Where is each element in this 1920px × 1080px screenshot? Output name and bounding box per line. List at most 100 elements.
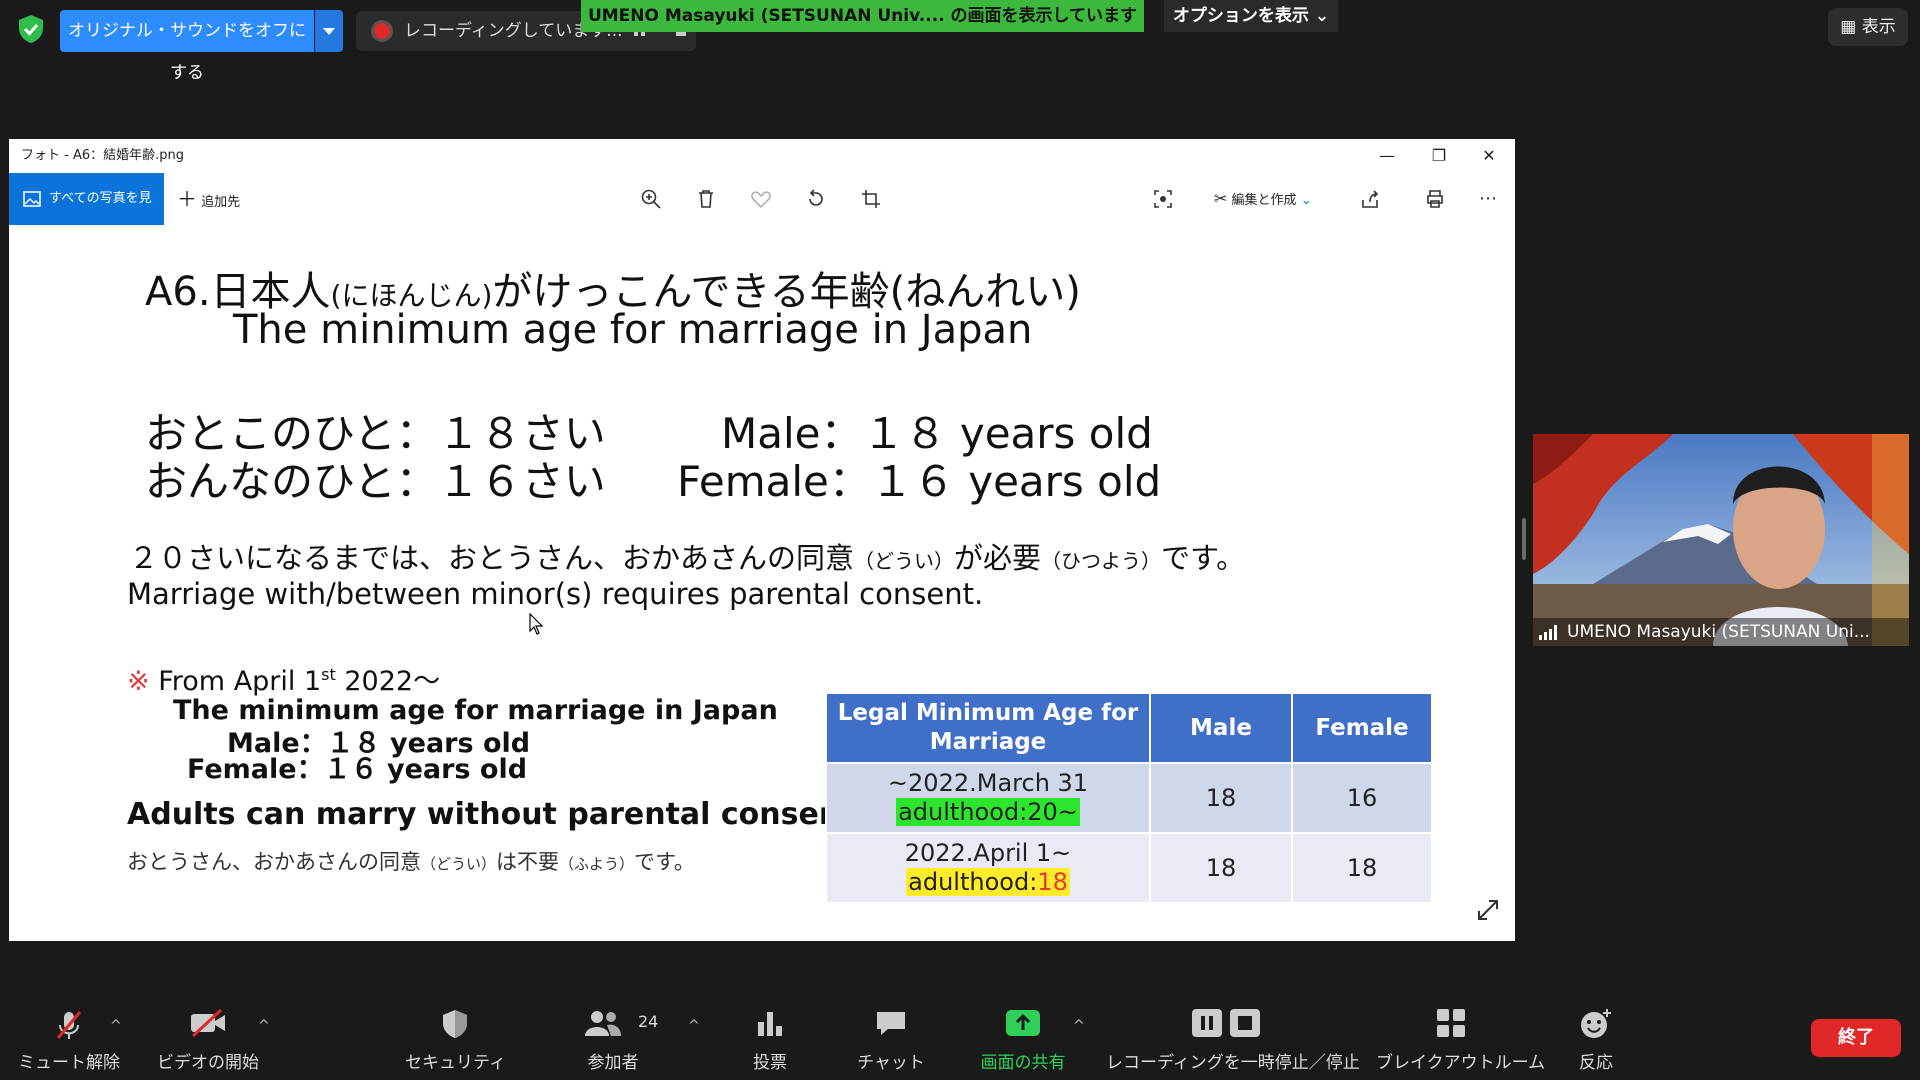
period-cell: ~2022.March 31 adulthood:20~	[825, 762, 1151, 834]
slide-image: A6.日本人(にほんじん)がけっこんできる年齢(ねんれい) The minimu…	[9, 225, 1515, 941]
panel-splitter[interactable]	[1522, 518, 1526, 560]
start-video-label: ビデオの開始	[157, 1053, 259, 1073]
adulthood-label: adulthood:	[908, 868, 1038, 896]
recording-control-label: レコーディングを一時停止／停止	[1106, 1053, 1360, 1073]
recording-control-button[interactable]: レコーディングを一時停止／停止	[1106, 990, 1360, 1080]
restore-button[interactable]: ❐	[1413, 139, 1465, 173]
polls-button[interactable]: 投票	[720, 990, 820, 1080]
chat-label: チャット	[857, 1053, 925, 1073]
chat-button[interactable]: チャット	[841, 990, 941, 1080]
edit-create-label: 編集と作成	[1231, 193, 1297, 208]
no-consent-b: は不要	[496, 850, 560, 874]
participants-button[interactable]: 24 参加者	[563, 990, 663, 1080]
add-to-button[interactable]: ＋ 追加先	[177, 173, 240, 225]
header-legal-age: Legal Minimum Age for Marriage	[825, 692, 1151, 764]
view-button[interactable]: ▦ 表示	[1828, 8, 1908, 46]
security-button[interactable]: セキュリティ	[405, 990, 506, 1080]
share-screen-icon	[1006, 1010, 1040, 1036]
from-sup: st	[321, 665, 336, 684]
share-banner: UMENO Masayuki (SETSUNAN Univ.... の画面を表示…	[581, 0, 1144, 32]
adulthood-highlight: adulthood:18	[906, 868, 1070, 896]
polls-chart-icon	[758, 1012, 782, 1036]
consent-jp-b: が必要	[954, 541, 1042, 575]
period-text: ~2022.March 31	[887, 769, 1089, 797]
end-meeting-button[interactable]: 終了	[1811, 1019, 1901, 1057]
table-row: ~2022.March 31 adulthood:20~ 18 16	[825, 762, 1433, 834]
grid-view-icon: ▦	[1840, 17, 1857, 37]
all-photos-button[interactable]: すべての写真を見る	[9, 173, 164, 258]
zoom-in-icon[interactable]	[640, 188, 662, 210]
share-options-caret[interactable]: ^	[1073, 1018, 1085, 1034]
header-male: Male	[1149, 692, 1293, 764]
chevron-down-icon: ⌄	[1314, 6, 1330, 26]
female-age-cell: 18	[1291, 832, 1433, 904]
participant-name-bar: UMENO Masayuki (SETSUNAN Uni...	[1533, 618, 1909, 646]
close-button[interactable]: ✕	[1463, 139, 1515, 173]
breakout-rooms-button[interactable]: ブレイクアウトルーム	[1376, 990, 1545, 1080]
reactions-label: 反応	[1579, 1053, 1613, 1073]
share-icon[interactable]	[1359, 188, 1381, 210]
title-bar: フォト - A6：結婚年齢.png — ❐ ✕	[9, 139, 1515, 173]
adulthood-label: adulthood:	[898, 798, 1028, 826]
reactions-button[interactable]: 反応	[1546, 990, 1646, 1080]
unmute-button[interactable]: ミュート解除	[14, 990, 124, 1080]
original-sound-dropdown[interactable]	[315, 10, 343, 52]
adulthood-value: 18	[1037, 868, 1068, 896]
photo-icon	[23, 191, 41, 207]
pause-stop-icon	[1192, 1009, 1260, 1037]
enhance-icon[interactable]	[1152, 188, 1174, 210]
breakout-rooms-icon	[1437, 1009, 1465, 1037]
participant-video-tile[interactable]: UMENO Masayuki (SETSUNAN Uni...	[1533, 434, 1909, 646]
participants-options-caret[interactable]: ^	[688, 1018, 700, 1034]
no-consent-jp: おとうさん、おかあさんの同意（どうい）は不要（ふよう）です。	[127, 846, 695, 876]
consent-jp-c: です。	[1161, 541, 1246, 575]
female-age-cell: 16	[1291, 762, 1433, 834]
start-video-button[interactable]: ビデオの開始	[148, 990, 268, 1080]
edit-icon: ✂	[1214, 189, 1228, 208]
consent-jp-ruby1: （どうい）	[854, 549, 955, 573]
security-label: セキュリティ	[405, 1053, 506, 1073]
no-consent-ruby1: （どうい）	[421, 855, 497, 873]
adulthood-highlight: adulthood:20~	[896, 798, 1080, 826]
reaction-smiley-icon	[1581, 1009, 1611, 1038]
period-text: 2022.April 1~	[904, 839, 1072, 867]
crop-icon[interactable]	[860, 188, 882, 210]
delete-icon[interactable]	[695, 188, 717, 210]
male-age-cell: 18	[1149, 832, 1293, 904]
more-options-icon[interactable]: ⋯	[1479, 173, 1497, 225]
audio-options-caret[interactable]: ^	[110, 1018, 122, 1034]
no-consent-a: おとうさん、おかあさんの同意	[127, 850, 421, 874]
view-options-button[interactable]: オプションを表示 ⌄	[1164, 0, 1338, 32]
encryption-shield-icon[interactable]	[14, 12, 48, 46]
consent-jp-ruby2: （ひつよう）	[1041, 549, 1162, 573]
adulthood-value: 20~	[1027, 798, 1078, 826]
rotate-icon[interactable]	[805, 188, 827, 210]
chevron-down-icon: ⌄	[1300, 193, 1312, 208]
view-button-label: 表示	[1861, 17, 1896, 37]
original-sound-button[interactable]: オリジナル・サウンドをオフにする	[60, 10, 314, 83]
participants-label: 参加者	[587, 1053, 639, 1073]
mouse-cursor-icon	[529, 613, 544, 635]
favorite-heart-icon[interactable]	[750, 188, 772, 210]
print-icon[interactable]	[1424, 188, 1446, 210]
muted-microphone-icon	[56, 1011, 82, 1039]
fullscreen-expand-icon[interactable]	[1475, 897, 1501, 923]
video-off-icon	[191, 1008, 225, 1038]
meeting-toolbar: ミュート解除 ^ ビデオの開始 ^ セキュリティ 24 参加者 ^ 投票 チャッ…	[0, 990, 1920, 1080]
plus-icon: ＋	[177, 187, 197, 211]
consent-jp-a: ２０さいになるまでは、おとうさん、おかあさんの同意	[129, 541, 855, 575]
minimize-button[interactable]: —	[1361, 139, 1413, 173]
from-year: 2022〜	[344, 666, 441, 697]
photos-window: フォト - A6：結婚年齢.png — ❐ ✕ すべての写真を見る ＋ 追加先	[9, 139, 1515, 941]
participant-name: UMENO Masayuki (SETSUNAN Uni...	[1567, 622, 1870, 642]
female-jp: おんなのひと：１６さい	[145, 457, 606, 506]
share-screen-button[interactable]: 画面の共有	[963, 990, 1083, 1080]
window-title: フォト - A6：結婚年齢.png	[21, 148, 184, 163]
male-age-cell: 18	[1149, 762, 1293, 834]
video-options-caret[interactable]: ^	[258, 1018, 270, 1034]
table-row: 2022.April 1~ adulthood:18 18 18	[825, 832, 1433, 904]
polls-label: 投票	[753, 1053, 787, 1073]
add-to-label: 追加先	[201, 195, 241, 210]
unmute-label: ミュート解除	[18, 1053, 120, 1073]
edit-create-button[interactable]: ✂ 編集と作成 ⌄	[1214, 173, 1312, 227]
